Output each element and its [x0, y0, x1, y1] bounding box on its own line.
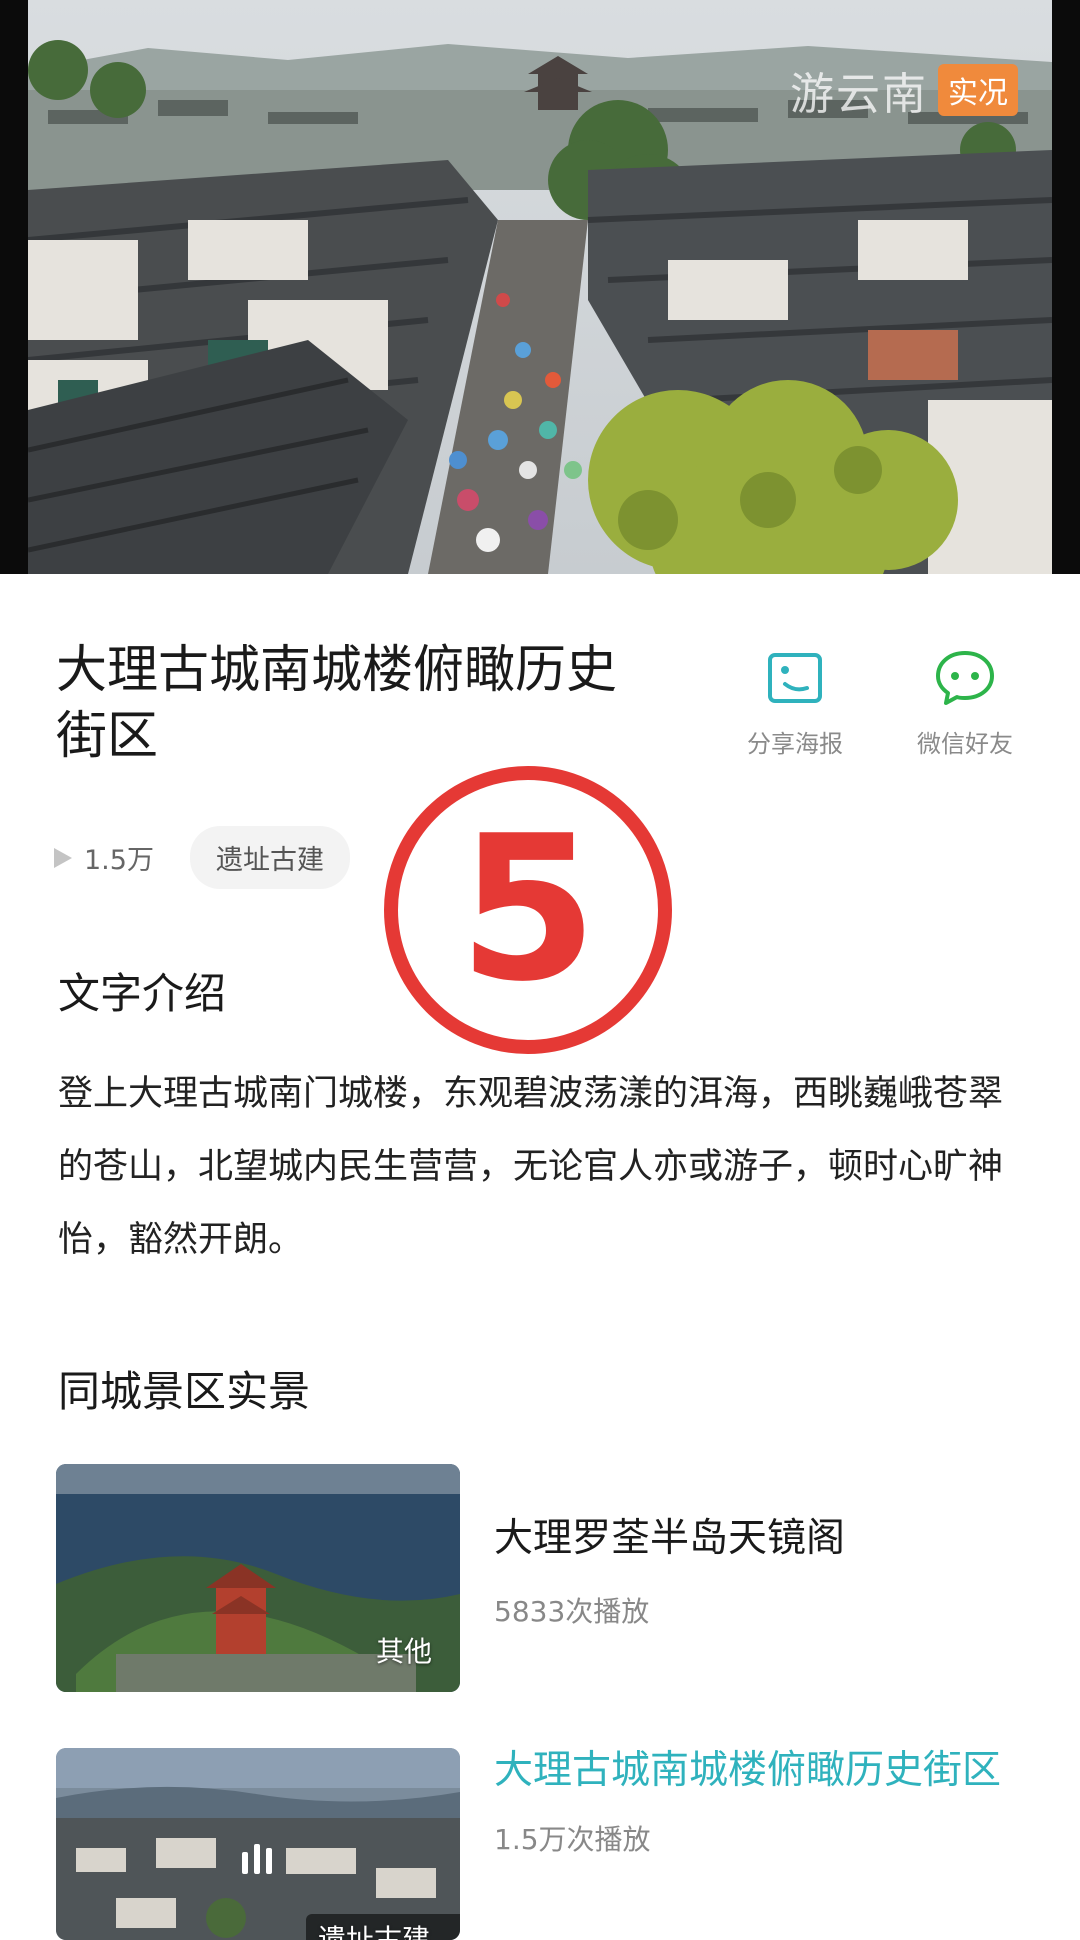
scenic-name: 大理古城南城楼俯瞰历史街区	[494, 1748, 1002, 1793]
page-title: 大理古城南城楼俯瞰历史街区	[56, 641, 618, 766]
scenic-plays: 5833次播放	[494, 1595, 650, 1628]
live-video-player[interactable]: 游云南 实况	[0, 0, 1080, 574]
thumbnail-tag: 其他	[375, 1635, 432, 1668]
scenic-name: 大理罗荃半岛天镜阁	[494, 1516, 846, 1561]
wechat-friends-label: 微信好友	[917, 730, 1013, 758]
list-item[interactable]: 其他 大理罗荃半岛天镜阁 5833次播放	[56, 1464, 1026, 1692]
wechat-friends-button[interactable]: 微信好友	[890, 648, 1040, 759]
scenic-thumbnail[interactable]: 其他	[56, 1464, 460, 1692]
poster-image-icon	[720, 648, 870, 708]
video-letterbox-right	[1052, 0, 1080, 574]
number-stamp: 5	[384, 766, 672, 1054]
watermark: 游云南 实况	[790, 58, 1018, 122]
watermark-logo: 游云南	[790, 69, 928, 120]
live-badge: 实况	[938, 64, 1018, 116]
intro-heading: 文字介绍	[58, 969, 227, 1018]
play-icon	[54, 847, 72, 868]
stamp-number: 5	[458, 793, 598, 1026]
scenic-thumbnail[interactable]: 遗址古建	[56, 1748, 460, 1940]
thumbnail-tag: 遗址古建	[306, 1914, 460, 1940]
play-count: 1.5万	[52, 838, 154, 877]
scenic-info: 大理古城南城楼俯瞰历史街区 1.5万次播放	[494, 1748, 1034, 1858]
intro-text: 登上大理古城南门城楼，东观碧波荡漾的洱海，西眺巍峨苍翠的苍山，北望城内民生营营，…	[58, 1074, 1004, 1260]
now-playing-icon	[242, 1844, 272, 1874]
category-tag[interactable]: 遗址古建	[189, 826, 350, 889]
play-count-value: 1.5万	[84, 845, 154, 876]
video-letterbox-left	[0, 0, 28, 574]
scenic-info: 大理罗荃半岛天镜阁 5833次播放	[494, 1464, 1034, 1630]
video-frame: 游云南 实况	[28, 0, 1052, 574]
meta-row: 1.5万 遗址古建	[52, 826, 350, 889]
wechat-icon	[890, 648, 1040, 708]
share-poster-label: 分享海报	[747, 730, 843, 758]
list-item-current[interactable]: 遗址古建 大理古城南城楼俯瞰历史街区 1.5万次播放	[56, 1748, 1026, 1940]
share-poster-button[interactable]: 分享海报	[720, 648, 870, 759]
same-city-heading: 同城景区实景	[58, 1367, 311, 1416]
scenic-plays: 1.5万次播放	[494, 1823, 651, 1856]
